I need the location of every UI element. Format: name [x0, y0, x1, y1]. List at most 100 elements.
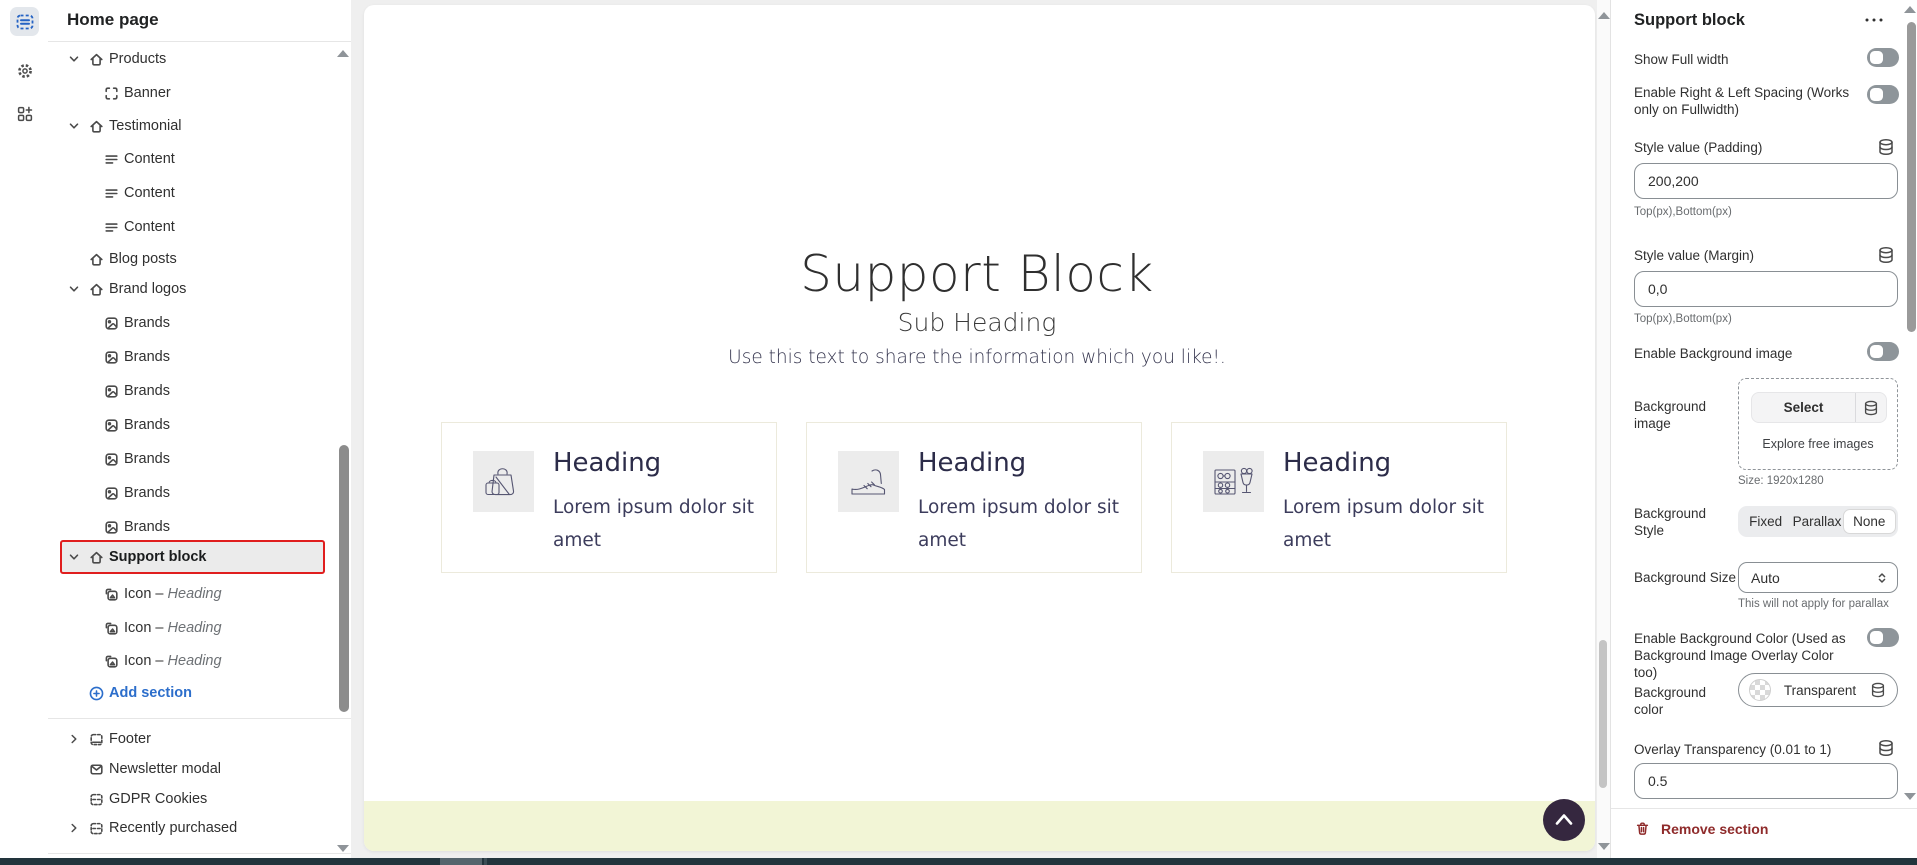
sidebar-item-footer[interactable]: Footer — [48, 725, 351, 753]
background-style-option-parallax[interactable]: Parallax — [1791, 509, 1842, 534]
icon-heading-block-icon — [103, 653, 120, 670]
dynamic-source-icon[interactable] — [1876, 137, 1896, 157]
settings-scroll-up-arrow[interactable] — [1904, 6, 1916, 13]
sections-nav-button[interactable] — [10, 7, 39, 36]
support-card[interactable]: Heading Lorem ipsum dolor sit amet — [806, 422, 1142, 573]
chevron-right-icon[interactable] — [67, 732, 81, 746]
sidebar-item-content[interactable]: Content — [48, 213, 351, 241]
sidebar-item-brands[interactable]: Brands — [48, 343, 351, 371]
section-options-menu-button[interactable] — [1861, 10, 1887, 30]
sidebar-item-support-block-selected[interactable]: Support block — [60, 540, 325, 574]
support-card[interactable]: Heading Lorem ipsum dolor sit amet — [1171, 422, 1507, 573]
sidebar-item-icon-heading[interactable]: Icon – Heading — [48, 580, 351, 608]
bottom-scrollbar-bar[interactable] — [0, 858, 1917, 865]
transparent-swatch-icon — [1749, 679, 1771, 701]
preview-page[interactable]: Support Block Sub Heading Use this text … — [364, 5, 1595, 851]
sidebar-item-label: Content — [124, 219, 175, 235]
side-spacing-toggle[interactable] — [1867, 85, 1899, 104]
sidebar-item-label: Icon – Heading — [124, 620, 222, 636]
preview-scroll-down-arrow[interactable] — [1598, 843, 1610, 850]
select-image-button[interactable]: Select — [1751, 392, 1887, 423]
chevron-down-icon[interactable] — [67, 119, 81, 133]
sidebar-scroll-up-arrow[interactable] — [337, 50, 349, 57]
dynamic-source-icon[interactable] — [1856, 399, 1886, 417]
explore-free-images-link[interactable]: Explore free images — [1739, 437, 1897, 451]
card-heading: Heading — [553, 448, 661, 478]
show-full-width-toggle[interactable] — [1867, 48, 1899, 67]
bottom-scrollbar-thumb[interactable] — [440, 858, 482, 865]
enable-bg-image-toggle[interactable] — [1867, 342, 1899, 361]
sidebar-item-label: Content — [124, 185, 175, 201]
remove-section-button[interactable]: Remove section — [1634, 820, 1768, 837]
margin-input[interactable] — [1634, 271, 1898, 307]
padding-helper: Top(px),Bottom(px) — [1634, 206, 1732, 218]
settings-panel-title: Support block — [1634, 11, 1745, 30]
padding-input[interactable] — [1634, 163, 1898, 199]
section-icon — [88, 281, 105, 298]
chevron-down-icon[interactable] — [67, 550, 81, 564]
bags-illustration-icon — [476, 454, 532, 510]
section-description: Use this text to share the information w… — [441, 347, 1513, 368]
sidebar-item-banner[interactable]: Banner — [48, 79, 351, 107]
sidebar-item-brands[interactable]: Brands — [48, 411, 351, 439]
apps-icon — [16, 105, 34, 123]
sidebar-item-brand-logos[interactable]: Brand logos — [48, 275, 351, 303]
preview-scrollbar-thumb[interactable] — [1599, 640, 1607, 788]
background-style-option-fixed[interactable]: Fixed — [1740, 509, 1791, 534]
sidebar-item-content[interactable]: Content — [48, 145, 351, 173]
sidebar-item-products[interactable]: Products — [48, 45, 351, 73]
sidebar-item-label: Icon – Heading — [124, 653, 222, 669]
sidebar-item-gdpr-cookies[interactable]: GDPR Cookies — [48, 785, 351, 813]
theme-settings-nav-button[interactable] — [10, 56, 39, 85]
sidebar-item-blog-posts[interactable]: Blog posts — [48, 245, 351, 273]
image-size-helper: Size: 1920x1280 — [1738, 475, 1824, 487]
chevron-down-icon[interactable] — [67, 52, 81, 66]
sidebar-item-newsletter-modal[interactable]: Newsletter modal — [48, 755, 351, 783]
sidebar-item-label: Icon – Heading — [124, 586, 222, 602]
preview-scroll-up-arrow[interactable] — [1598, 12, 1610, 19]
sidebar-item-brands[interactable]: Brands — [48, 445, 351, 473]
sidebar-item-label: Footer — [109, 731, 151, 747]
section-heading: Support Block — [441, 245, 1513, 303]
sidebar-scrollbar-thumb[interactable] — [339, 445, 349, 712]
add-section-button[interactable]: Add section — [48, 679, 351, 707]
background-style-option-none-selected[interactable]: None — [1843, 509, 1896, 534]
sidebar-item-brands[interactable]: Brands — [48, 513, 351, 541]
sidebar-item-recently-purchased[interactable]: Recently purchased — [48, 814, 351, 842]
section-icon — [88, 118, 105, 135]
dynamic-source-icon[interactable] — [1876, 738, 1896, 758]
settings-scroll-down-arrow[interactable] — [1904, 793, 1916, 800]
sidebar-item-label: Products — [109, 51, 166, 67]
showcase-illustration-icon — [1206, 454, 1262, 510]
support-block-section[interactable]: Support Block Sub Heading Use this text … — [441, 5, 1513, 851]
enable-bg-image-label: Enable Background image — [1634, 345, 1792, 362]
sections-sidebar: Home page Products Banner Testimonial Co… — [48, 0, 352, 858]
enable-bg-color-toggle[interactable] — [1867, 628, 1899, 647]
icon-heading-block-icon — [103, 620, 120, 637]
background-color-picker[interactable]: Transparent — [1738, 673, 1898, 707]
chevron-right-icon[interactable] — [67, 821, 81, 835]
apps-nav-button[interactable] — [10, 99, 39, 128]
sidebar-item-testimonial[interactable]: Testimonial — [48, 112, 351, 140]
scroll-to-top-button[interactable] — [1543, 799, 1585, 841]
sidebar-item-icon-heading[interactable]: Icon – Heading — [48, 647, 351, 675]
show-full-width-label: Show Full width — [1634, 51, 1729, 68]
preview-scrollbar[interactable] — [1597, 0, 1610, 858]
card-heading: Heading — [1283, 448, 1391, 478]
chevron-down-icon[interactable] — [67, 282, 81, 296]
background-size-select[interactable]: Auto — [1738, 562, 1898, 593]
sidebar-item-brands[interactable]: Brands — [48, 309, 351, 337]
dynamic-source-icon[interactable] — [1876, 245, 1896, 265]
sidebar-item-icon-heading[interactable]: Icon – Heading — [48, 614, 351, 642]
dynamic-source-icon[interactable] — [1869, 681, 1887, 699]
sidebar-scroll-down-arrow[interactable] — [337, 845, 349, 852]
overlay-transparency-input[interactable] — [1634, 763, 1898, 799]
support-card[interactable]: Heading Lorem ipsum dolor sit amet — [441, 422, 777, 573]
settings-scrollbar-thumb[interactable] — [1907, 22, 1916, 332]
divider — [48, 853, 351, 854]
sidebar-item-brands[interactable]: Brands — [48, 479, 351, 507]
sidebar-item-brands[interactable]: Brands — [48, 377, 351, 405]
side-spacing-label: Enable Right & Left Spacing (Works only … — [1634, 84, 1852, 118]
sidebar-item-label: Blog posts — [109, 251, 177, 267]
sidebar-item-content[interactable]: Content — [48, 179, 351, 207]
